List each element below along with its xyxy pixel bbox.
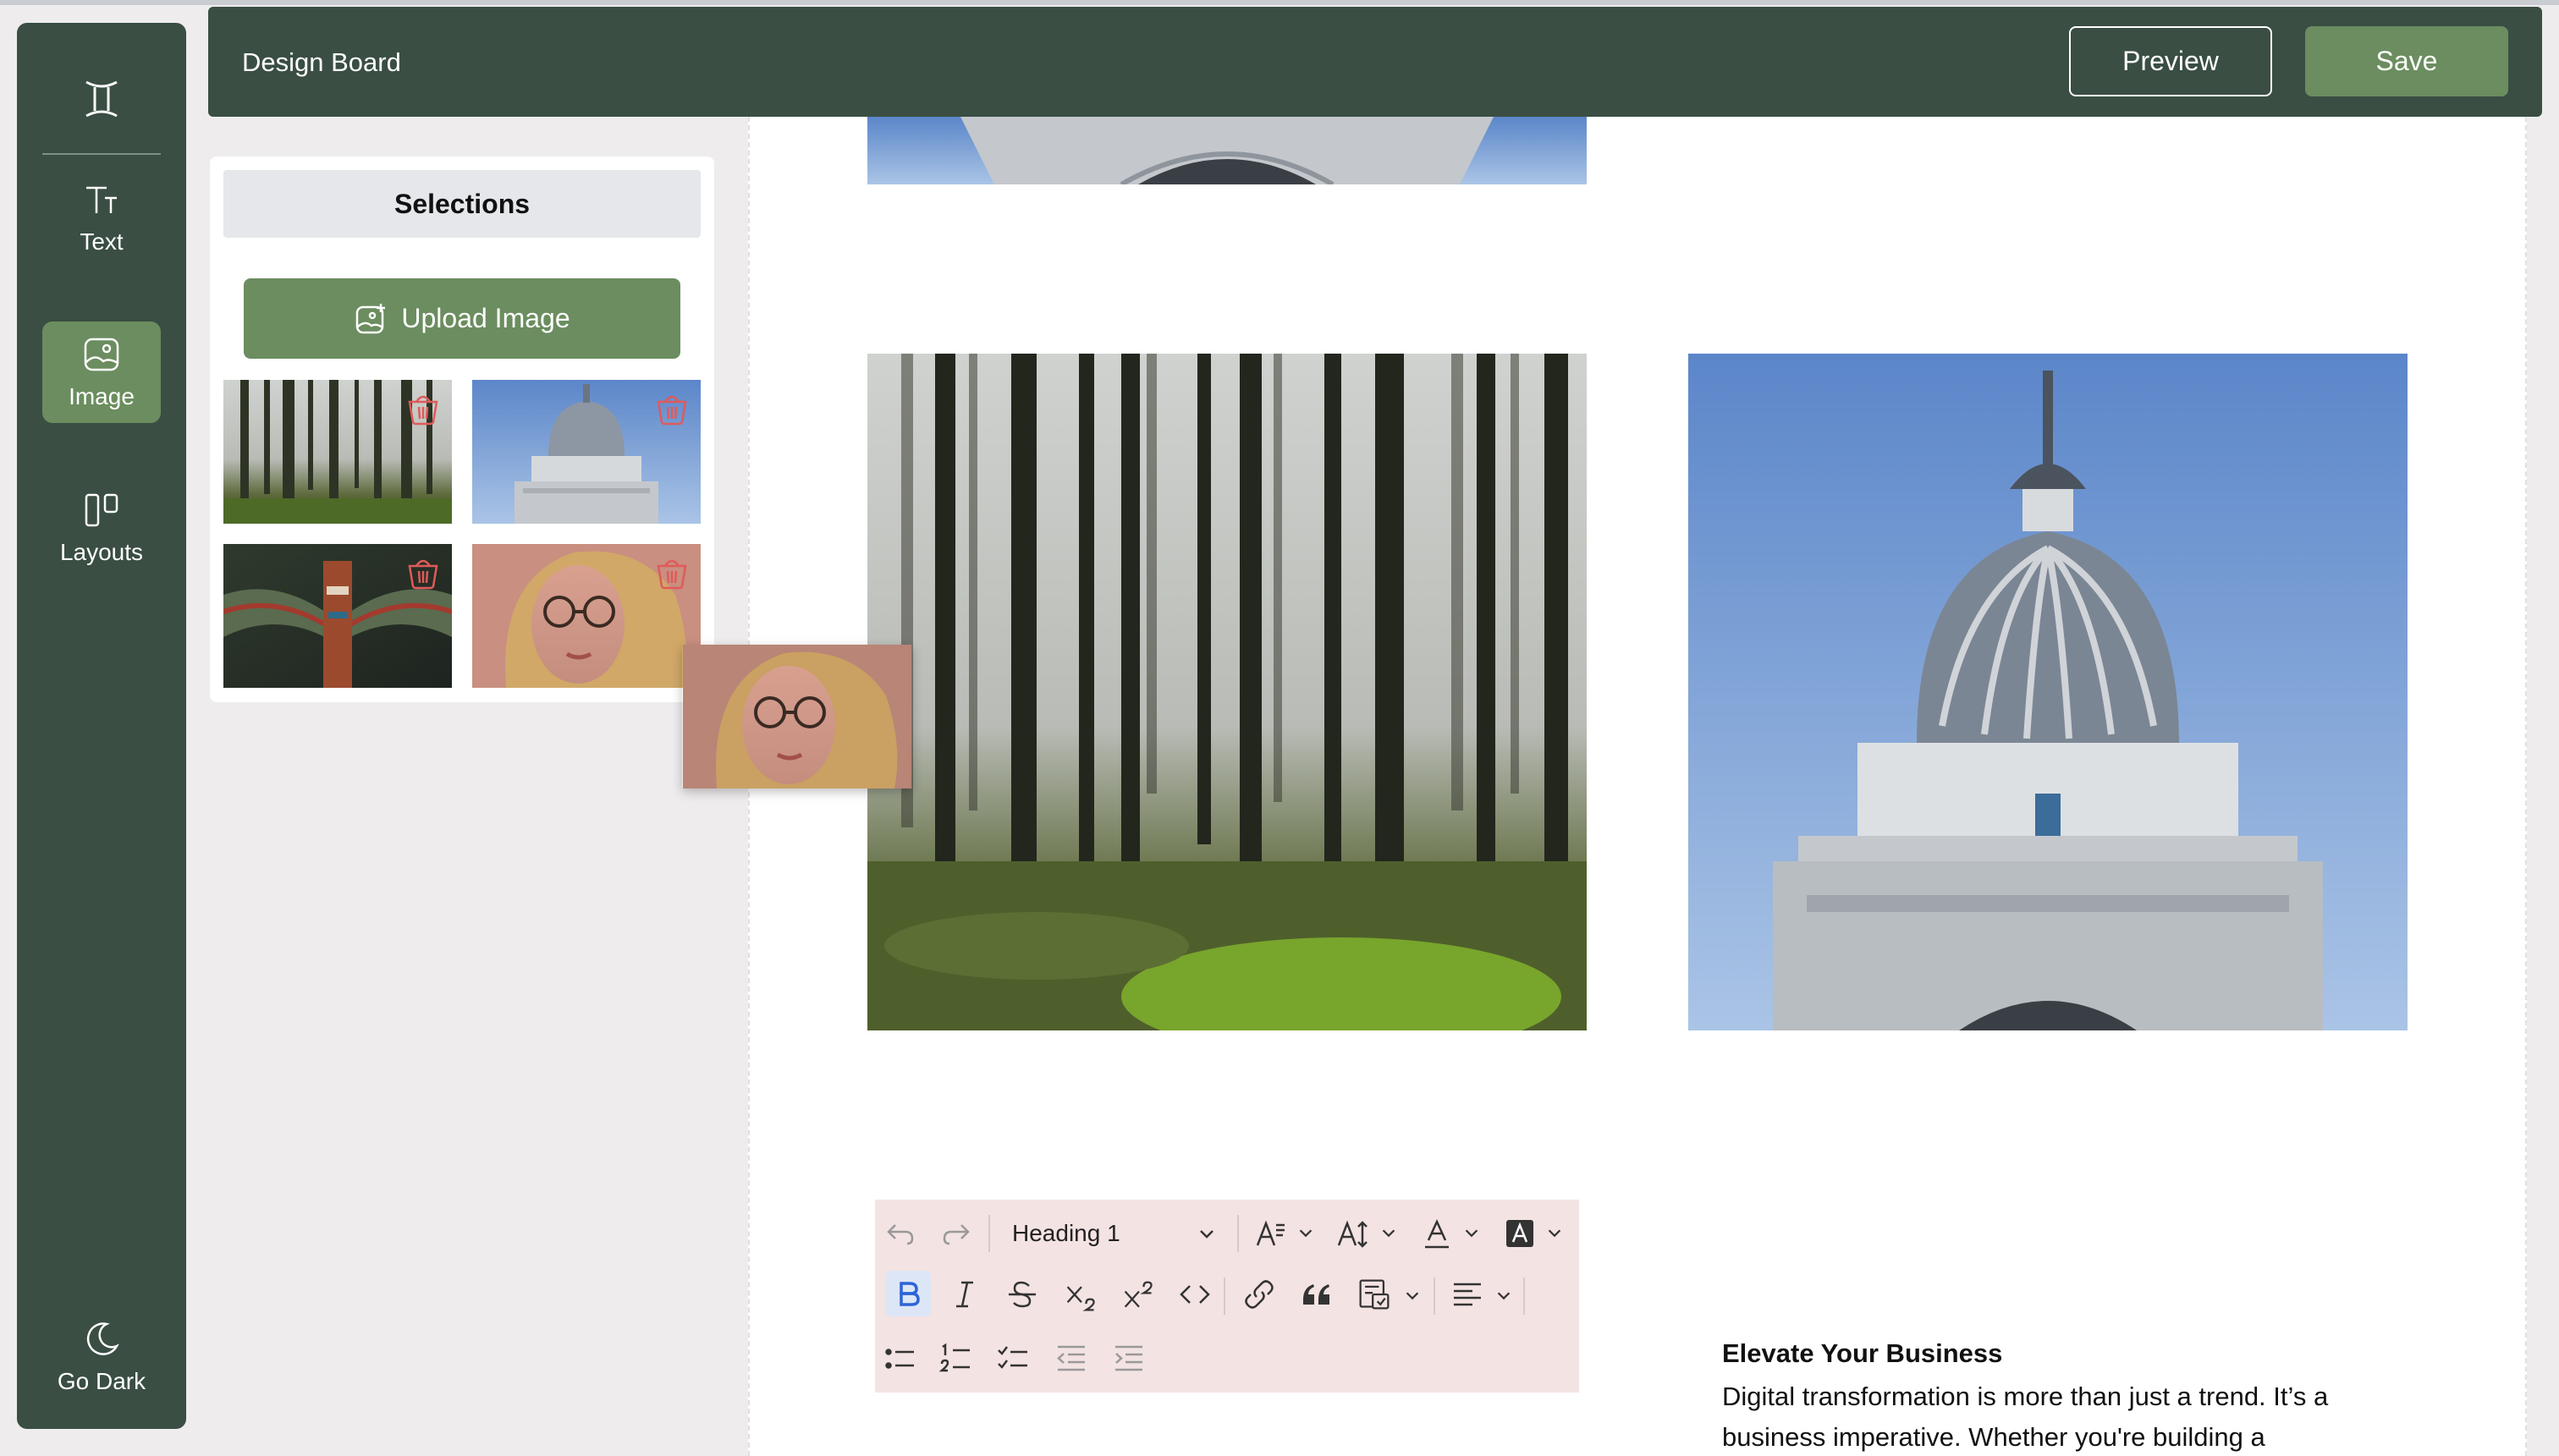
delete-image-icon[interactable] <box>404 554 442 591</box>
quote-icon[interactable] <box>1300 1277 1334 1311</box>
moon-icon <box>86 1322 119 1355</box>
chevron-down-icon[interactable] <box>1379 1223 1398 1242</box>
highlight-color-icon[interactable] <box>1501 1215 1538 1252</box>
page-title: Design Board <box>242 47 401 77</box>
toolbar-separator <box>1434 1277 1435 1315</box>
todo-list-icon[interactable] <box>997 1342 1031 1376</box>
upload-image-button[interactable]: Upload Image <box>244 278 680 359</box>
save-button[interactable]: Save <box>2305 26 2508 96</box>
block-style-select[interactable]: Heading 1 <box>1012 1215 1224 1252</box>
toolbar-separator <box>1224 1277 1225 1315</box>
chevron-down-icon[interactable] <box>1403 1286 1422 1305</box>
go-dark-label: Go Dark <box>57 1368 146 1394</box>
italic-icon[interactable] <box>948 1277 982 1311</box>
link-icon[interactable] <box>1242 1277 1276 1311</box>
upload-image-icon <box>356 303 386 333</box>
sidebar-item-text[interactable]: Text <box>42 167 161 268</box>
chevron-down-icon[interactable] <box>1494 1286 1513 1305</box>
selections-title: Selections <box>223 170 701 238</box>
go-dark-toggle[interactable]: Go Dark <box>42 1306 161 1408</box>
chevron-down-icon[interactable] <box>1197 1223 1217 1244</box>
indent-icon[interactable] <box>1112 1342 1146 1376</box>
font-family-icon[interactable] <box>1252 1215 1290 1252</box>
block-style-value: Heading 1 <box>1012 1220 1120 1246</box>
bullet-list-icon[interactable] <box>883 1342 917 1376</box>
image-thumb-woman[interactable] <box>472 544 701 688</box>
dome-photo <box>1688 354 2408 1030</box>
sidebar-item-label: Image <box>69 383 135 409</box>
toolbar-separator <box>988 1215 990 1252</box>
content-body[interactable]: Digital transformation is more than just… <box>1722 1376 2416 1456</box>
window-top-line <box>0 0 2559 5</box>
content-body-line: Digital transformation is more than just… <box>1722 1382 2329 1411</box>
font-color-icon[interactable] <box>1418 1215 1456 1252</box>
insert-template-icon[interactable] <box>1356 1276 1393 1313</box>
canvas-image-dome[interactable] <box>1688 354 2408 1030</box>
woman-drag-thumbnail <box>683 645 911 788</box>
strikethrough-icon[interactable] <box>1005 1277 1039 1311</box>
sidebar-item-image[interactable]: Image <box>42 321 161 423</box>
align-icon[interactable] <box>1450 1277 1484 1311</box>
superscript-icon[interactable] <box>1120 1277 1158 1315</box>
preview-button[interactable]: Preview <box>2069 26 2272 96</box>
upload-image-label: Upload Image <box>401 303 570 333</box>
sidebar: Text Image Layouts Go Dark <box>17 23 186 1429</box>
subscript-icon[interactable] <box>1063 1277 1100 1315</box>
bold-button[interactable] <box>885 1271 931 1316</box>
image-thumb-totem[interactable] <box>223 544 452 688</box>
sidebar-item-label: Layouts <box>59 539 144 565</box>
code-icon[interactable] <box>1178 1277 1212 1311</box>
chevron-down-icon[interactable] <box>1545 1223 1564 1242</box>
chevron-down-icon[interactable] <box>1462 1223 1481 1242</box>
layouts-icon <box>85 493 118 527</box>
sidebar-item-layouts[interactable]: Layouts <box>42 477 161 579</box>
text-icon <box>86 186 117 213</box>
outdent-icon[interactable] <box>1054 1342 1088 1376</box>
top-header: Design Board Preview Save <box>208 7 2542 117</box>
image-thumb-forest[interactable] <box>223 380 452 524</box>
content-body-line: business imperative. Whether you're buil… <box>1722 1422 2265 1452</box>
numbered-list-icon[interactable] <box>939 1342 973 1376</box>
dragging-image-preview[interactable] <box>682 645 912 788</box>
canvas-image-forest[interactable] <box>867 354 1587 1030</box>
delete-image-icon[interactable] <box>653 554 691 591</box>
sidebar-item-label: Text <box>80 228 124 255</box>
image-thumb-dome[interactable] <box>472 380 701 524</box>
redo-icon[interactable] <box>939 1215 973 1252</box>
forest-photo <box>867 354 1587 1030</box>
app-logo-icon[interactable] <box>17 57 186 141</box>
dome-top-crop <box>867 117 1587 184</box>
image-icon <box>84 338 119 371</box>
undo-icon[interactable] <box>883 1215 917 1252</box>
delete-image-icon[interactable] <box>653 390 691 427</box>
content-heading[interactable]: Elevate Your Business <box>1722 1338 2002 1369</box>
chevron-down-icon[interactable] <box>1296 1223 1315 1242</box>
delete-image-icon[interactable] <box>404 390 442 427</box>
font-size-icon[interactable] <box>1335 1215 1373 1252</box>
canvas-image-dome-top[interactable] <box>867 117 1587 184</box>
toolbar-separator <box>1237 1215 1239 1252</box>
bold-icon <box>900 1282 920 1306</box>
sidebar-divider <box>42 153 161 155</box>
toolbar-separator <box>1523 1277 1525 1315</box>
